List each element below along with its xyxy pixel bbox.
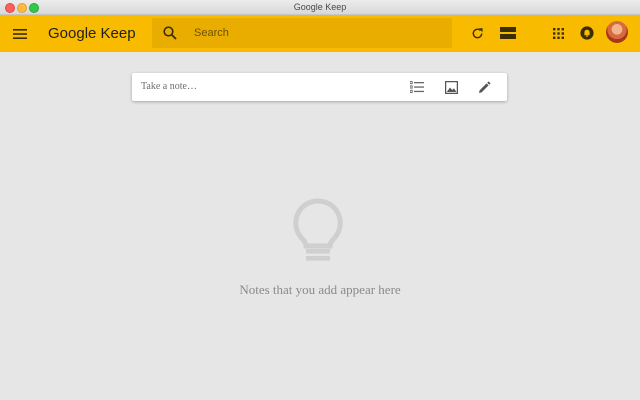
image-icon xyxy=(444,80,458,94)
main-menu-button[interactable] xyxy=(10,24,30,44)
notifications-icon xyxy=(580,26,594,40)
checklist-icon xyxy=(410,81,424,93)
logo-google-text: Google xyxy=(48,25,97,42)
empty-state-message: Notes that you add appear here xyxy=(239,282,401,297)
window-title: Google Keep xyxy=(293,2,347,12)
new-image-note-button[interactable] xyxy=(443,79,459,95)
menu-icon xyxy=(13,29,27,39)
search-input[interactable] xyxy=(194,18,434,48)
lightbulb-icon xyxy=(293,198,343,261)
app-header: Google Keep xyxy=(0,15,640,52)
new-list-button[interactable] xyxy=(409,79,425,95)
notifications-button[interactable] xyxy=(578,24,596,42)
list-view-icon xyxy=(500,27,516,39)
search-box[interactable] xyxy=(152,18,452,48)
take-note-bar[interactable]: Take a note… xyxy=(132,73,507,101)
new-drawing-button[interactable] xyxy=(476,79,492,95)
list-view-toggle[interactable] xyxy=(498,24,518,42)
search-icon[interactable] xyxy=(162,25,178,41)
apps-grid-icon xyxy=(552,27,564,39)
refresh-button[interactable] xyxy=(468,24,486,42)
app-logo[interactable]: Google Keep xyxy=(48,24,136,44)
user-avatar[interactable] xyxy=(606,21,628,43)
apps-button[interactable] xyxy=(550,24,566,42)
window-titlebar: Google Keep xyxy=(0,0,640,15)
refresh-icon xyxy=(472,27,483,38)
take-note-placeholder[interactable]: Take a note… xyxy=(141,73,197,101)
pen-icon xyxy=(478,80,491,93)
logo-keep-text: Keep xyxy=(100,25,136,42)
